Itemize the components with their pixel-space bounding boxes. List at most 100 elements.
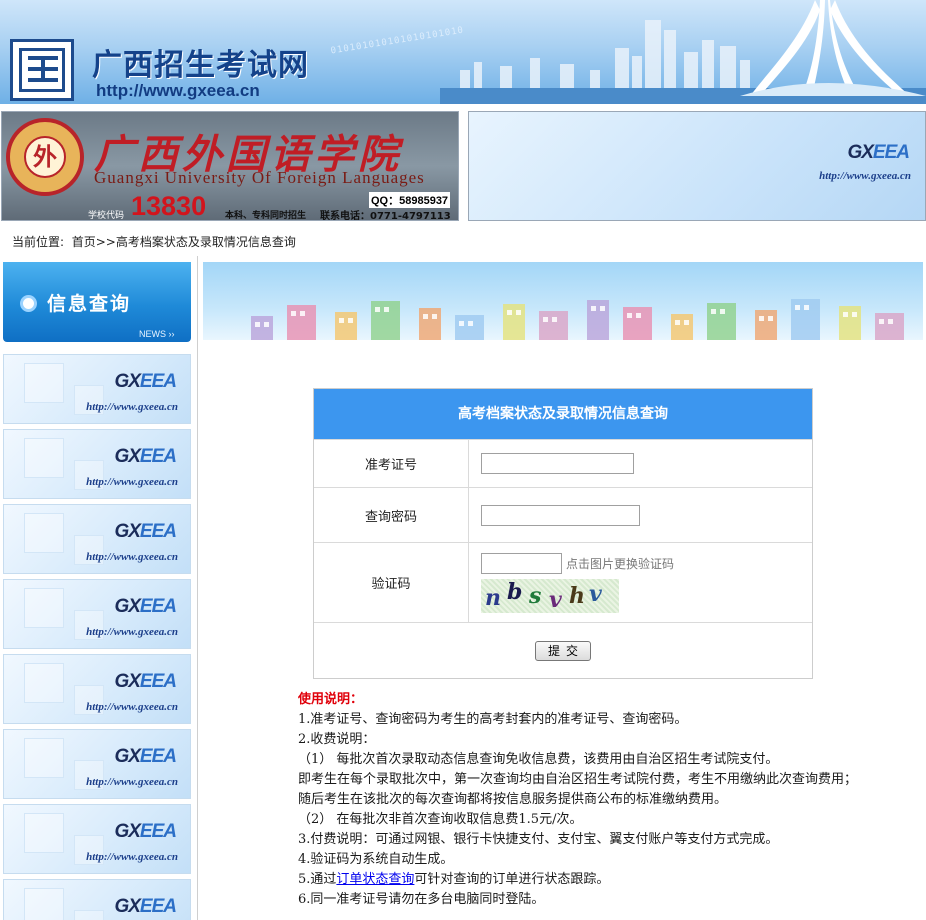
submit-row: 提交: [314, 622, 812, 678]
building-window: [759, 316, 764, 321]
password-input[interactable]: [481, 504, 640, 526]
captcha-input[interactable]: [481, 552, 562, 574]
tile-decoration: [24, 663, 64, 703]
gxeea-sidebar-tile[interactable]: GXEEA http://www.gxeea.cn: [3, 654, 191, 724]
tile-decoration: [24, 813, 64, 853]
gxeea-url: http://www.gxeea.cn: [86, 626, 178, 638]
building-shape: [623, 307, 652, 340]
qq-number: QQ：58985937: [369, 192, 451, 208]
building-shape: [587, 300, 609, 340]
building-shape: [371, 301, 400, 340]
site-header: 010101010101010101010 广西招生考试网 http://www…: [0, 0, 926, 104]
building-window: [459, 321, 464, 326]
site-logo[interactable]: [10, 39, 74, 101]
captcha-char: s: [529, 582, 542, 609]
sidebar-header-info-query: 信息查询 NEWS ››: [3, 262, 191, 342]
building-window: [432, 314, 437, 319]
tile-decoration: [74, 910, 104, 920]
news-more-link[interactable]: NEWS ››: [139, 329, 175, 339]
gxeea-sidebar-tile[interactable]: GXEEAhttp://www.gxeea.cn: [3, 354, 191, 424]
gxeea-sidebar-tile[interactable]: GXEEAhttp://www.gxeea.cn: [3, 879, 191, 920]
gxeea-url: http://www.gxeea.cn: [819, 170, 911, 182]
logo-stroke: [41, 56, 45, 82]
building-window: [879, 319, 884, 324]
gxeea-sidebar-tile[interactable]: GXEEA http://www.gxeea.cn: [3, 579, 191, 649]
building-window: [804, 305, 809, 310]
captcha-image[interactable]: nbsvhv: [481, 578, 619, 613]
captcha-char: b: [507, 578, 523, 605]
contact-phone: 联系电话：0771-4797113: [320, 211, 451, 221]
instruction-line: （1） 每批次首次录取动态信息查询免收信息费，该费用由自治区招生考试院支付。: [298, 752, 779, 767]
building-shape: [251, 316, 273, 340]
captcha-char: v: [589, 580, 602, 607]
site-url[interactable]: http://www.gxeea.cn: [96, 81, 260, 101]
building-window: [255, 322, 260, 327]
submit-button[interactable]: 提交: [535, 640, 591, 661]
gxeea-sidebar-tile[interactable]: GXEEAhttp://www.gxeea.cn: [3, 504, 191, 574]
gxeea-logo: GXEEA: [114, 821, 177, 842]
gxeea-logo: GXEEA: [114, 596, 177, 617]
building-window: [423, 314, 428, 319]
building-shape: [707, 303, 736, 340]
sidebar-title: 信息查询: [47, 293, 132, 315]
building-shape: [839, 306, 861, 340]
tile-decoration: [24, 738, 64, 778]
building-window: [552, 317, 557, 322]
building-window: [888, 319, 893, 324]
captcha-label: 验证码: [314, 543, 469, 622]
breadcrumb-label: 当前位置:: [12, 235, 65, 249]
gxeea-url: http://www.gxeea.cn: [86, 776, 178, 788]
instructions: 使用说明： 1.准考证号、查询密码为考生的高考封套内的准考证号、查询密码。 2.…: [298, 690, 923, 910]
building-window: [507, 310, 512, 315]
tile-decoration: [24, 363, 64, 403]
tile-decoration: [24, 888, 64, 920]
site-title[interactable]: 广西招生考试网: [92, 40, 309, 84]
gxeea-logo: GXEEA: [114, 746, 177, 767]
building-window: [843, 312, 848, 317]
city-skyline-image: [440, 0, 926, 104]
gxeea-sidebar-tile[interactable]: GXEEAhttp://www.gxeea.cn: [3, 804, 191, 874]
building-window: [375, 307, 380, 312]
tile-decoration: [24, 513, 64, 553]
building-shape: [755, 310, 777, 340]
gxeea-sidebar-tile[interactable]: GXEEA http://www.gxeea.cn: [3, 729, 191, 799]
gxeea-sidebar-tile[interactable]: GXEEAhttp://www.gxeea.cn: [3, 429, 191, 499]
building-window: [720, 309, 725, 314]
university-ad-banner[interactable]: 外 广西外国语学院 Guangxi University Of Foreign …: [1, 111, 459, 221]
building-window: [291, 311, 296, 316]
building-window: [675, 320, 680, 325]
building-shape: [335, 312, 357, 340]
building-window: [636, 313, 641, 318]
building-window: [339, 318, 344, 323]
instruction-text: 可针对查询的订单进行状态跟踪。: [414, 872, 610, 887]
breadcrumb: 当前位置: 首页>>高考档案状态及录取情况信息查询: [12, 233, 296, 250]
gxeea-url: http://www.gxeea.cn: [86, 401, 178, 413]
building-shape: [875, 313, 904, 340]
captcha-char: v: [549, 586, 562, 613]
captcha-char: h: [569, 582, 585, 609]
page: 010101010101010101010 广西招生考试网 http://www…: [0, 0, 926, 920]
gxeea-url: http://www.gxeea.cn: [86, 551, 178, 563]
building-window: [711, 309, 716, 314]
university-name-en: Guangxi University Of Foreign Languages: [94, 168, 425, 187]
instruction-line: 2.收费说明：: [298, 732, 376, 747]
gxeea-logo: GXEEA: [114, 671, 177, 692]
building-window: [468, 321, 473, 326]
building-window: [543, 317, 548, 322]
exam-no-input[interactable]: [481, 453, 634, 474]
enroll-type: 本科、专科同时招生: [225, 211, 307, 221]
instruction-line: 即考生在每个录取批次中，第一次查询均由自治区招生考试院付费，考生不用缴纳此次查询…: [298, 772, 858, 787]
password-label: 查询密码: [314, 488, 469, 542]
password-row: 查询密码: [314, 487, 812, 542]
gxeea-url: http://www.gxeea.cn: [86, 701, 178, 713]
gxeea-banner[interactable]: GXEEA http://www.gxeea.cn: [468, 111, 926, 221]
captcha-row: 验证码 点击图片更换验证码 nbsvhv: [314, 542, 812, 622]
building-shape: [455, 315, 484, 340]
building-window: [264, 322, 269, 327]
query-form: 高考档案状态及录取情况信息查询 准考证号 查询密码 验证码 点击图片更换验证码 …: [313, 388, 813, 679]
instructions-heading: 使用说明：: [298, 692, 364, 707]
instruction-line: 3.付费说明：可通过网银、银行卡快捷支付、支付宝、翼支付账户等支付方式完成。: [298, 832, 779, 847]
building-window: [591, 306, 596, 311]
breadcrumb-home-link[interactable]: 首页: [72, 235, 96, 249]
order-status-link[interactable]: 订单状态查询: [336, 872, 414, 887]
